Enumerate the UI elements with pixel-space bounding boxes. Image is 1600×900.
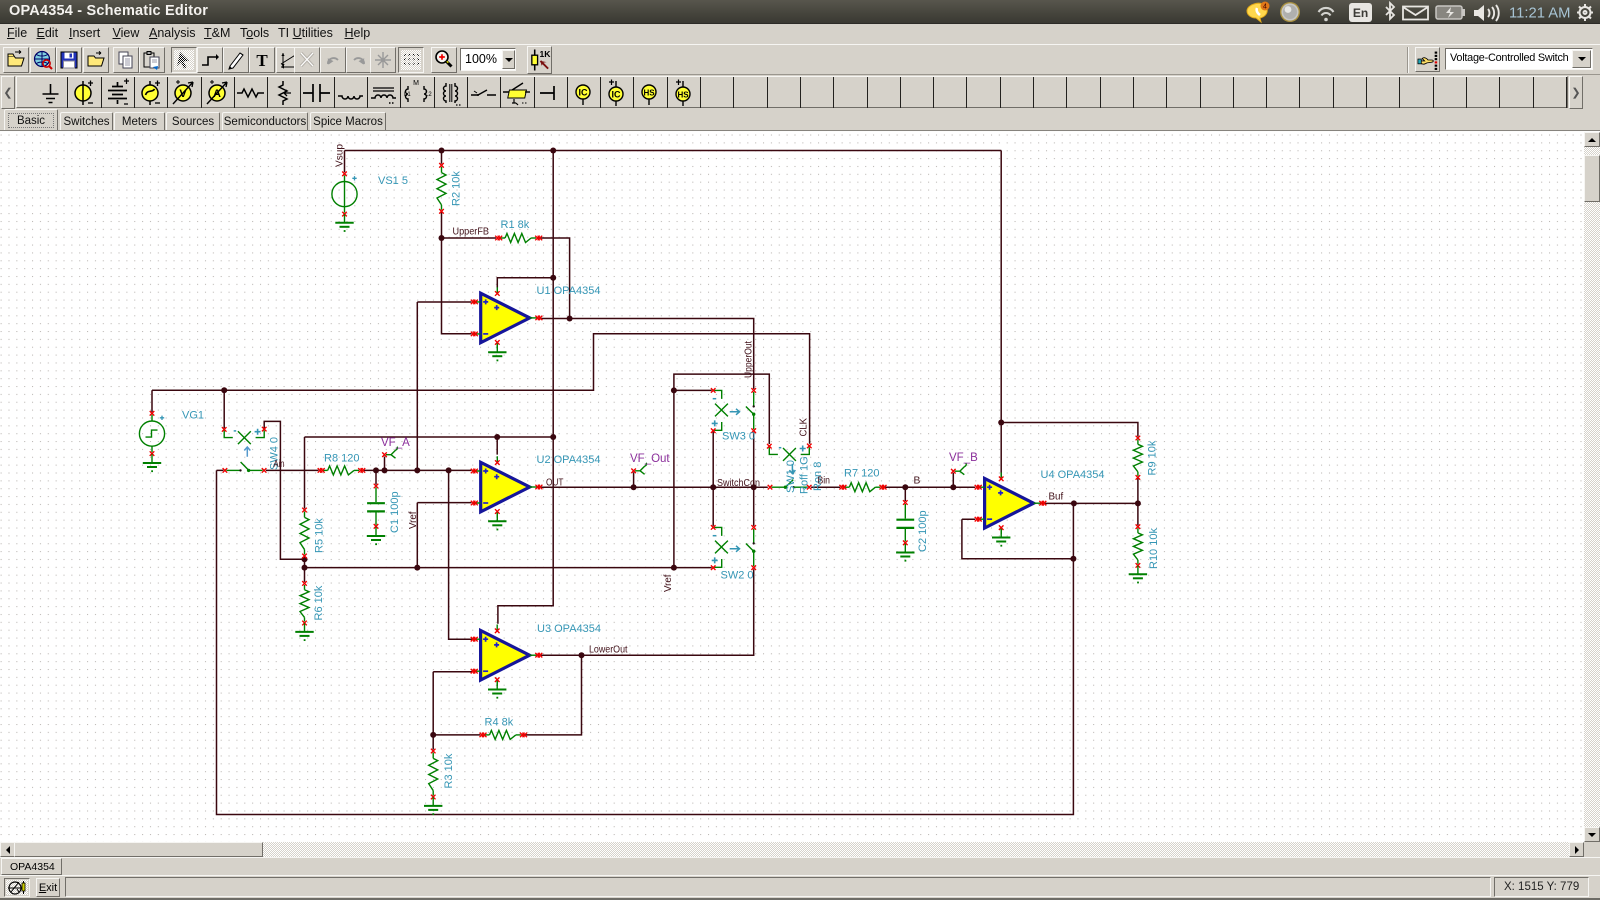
svg-text:U3 OPA4354: U3 OPA4354 xyxy=(537,623,601,635)
svg-text:Roff 1G: Roff 1G xyxy=(799,456,811,494)
svg-text:B: B xyxy=(914,476,921,487)
svg-text:R3 10k: R3 10k xyxy=(443,753,455,788)
svg-text:U4 OPA4354: U4 OPA4354 xyxy=(1041,469,1105,481)
svg-text:LowerOut: LowerOut xyxy=(589,645,628,656)
svg-text:4: 4 xyxy=(1263,4,1267,11)
svg-text:SW3 0: SW3 0 xyxy=(722,431,755,443)
svg-text:L1: L1 xyxy=(404,92,411,98)
svg-text:R10 10k: R10 10k xyxy=(1148,528,1160,569)
svg-text:SwitchCon: SwitchCon xyxy=(717,478,760,489)
svg-text:VG1: VG1 xyxy=(182,410,204,422)
svg-text:En: En xyxy=(1353,6,1368,20)
svg-text:U2 OPA4354: U2 OPA4354 xyxy=(537,454,601,466)
svg-text:Buf: Buf xyxy=(1049,492,1064,503)
svg-text:M: M xyxy=(413,80,419,87)
svg-text:OUT: OUT xyxy=(546,478,564,489)
svg-text:SW2 0: SW2 0 xyxy=(721,570,754,582)
svg-text:T: T xyxy=(256,51,268,70)
svg-text:Vref: Vref xyxy=(408,511,419,529)
svg-text:C1 100p: C1 100p xyxy=(389,491,401,533)
svg-text:R1 8k: R1 8k xyxy=(501,219,530,231)
svg-text:HS: HS xyxy=(644,89,656,98)
svg-text:Ain: Ain xyxy=(274,459,285,470)
svg-text:SW1 0: SW1 0 xyxy=(785,460,797,493)
svg-text:VF_A: VF_A xyxy=(381,437,410,449)
svg-text:Bin: Bin xyxy=(818,476,831,487)
svg-text:VF_B: VF_B xyxy=(949,452,978,464)
svg-text:R4 8k: R4 8k xyxy=(485,717,514,729)
svg-text:CLK: CLK xyxy=(799,418,810,437)
svg-text:C2 100p: C2 100p xyxy=(917,510,929,552)
svg-text:UpperFB: UpperFB xyxy=(453,227,490,238)
svg-text:11:21 AM: 11:21 AM xyxy=(1509,6,1570,22)
svg-text:Vref: Vref xyxy=(663,574,674,592)
svg-text:L2: L2 xyxy=(425,92,432,98)
svg-text:U1 OPA4354: U1 OPA4354 xyxy=(537,285,601,297)
svg-text:R6 10k: R6 10k xyxy=(313,585,325,620)
svg-text:Vsup: Vsup xyxy=(335,144,346,167)
svg-text:UpperOut: UpperOut xyxy=(744,341,755,378)
svg-text:R2 10k: R2 10k xyxy=(451,171,463,206)
svg-text:VF_Out: VF_Out xyxy=(630,453,670,465)
svg-text:IC: IC xyxy=(612,90,622,100)
svg-text:HS: HS xyxy=(677,91,689,100)
svg-text:1K: 1K xyxy=(540,49,552,59)
svg-text:R8 120: R8 120 xyxy=(324,453,359,465)
svg-text:R7 120: R7 120 xyxy=(844,468,879,480)
svg-text:VS1 5: VS1 5 xyxy=(378,175,408,187)
svg-text:R5 10k: R5 10k xyxy=(314,518,326,553)
svg-text:R9 10k: R9 10k xyxy=(1147,440,1159,475)
svg-text:IC: IC xyxy=(578,88,588,98)
